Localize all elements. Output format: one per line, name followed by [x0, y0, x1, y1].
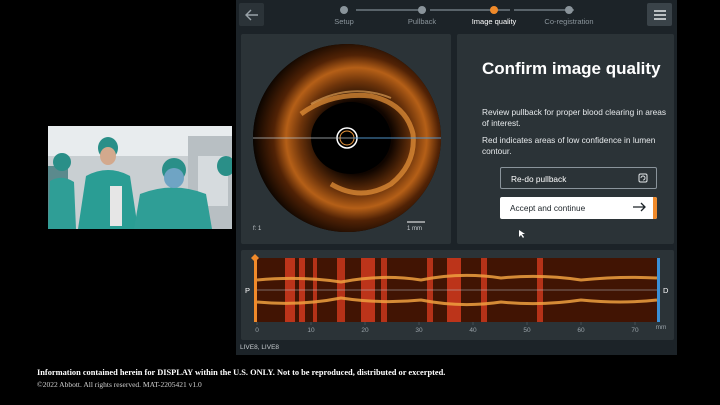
camera-feed-image [48, 126, 232, 229]
workflow-stepper: Setup Pullback Image quality Co-registra… [324, 4, 624, 28]
redo-pullback-button[interactable]: Re-do pullback [500, 167, 657, 189]
step-image-quality-dot[interactable] [490, 6, 498, 14]
tick-label: 60 [577, 327, 585, 334]
panel-title: Confirm image quality [482, 59, 661, 78]
redo-icon [638, 173, 648, 183]
redo-pullback-label: Re-do pullback [511, 174, 567, 184]
proximal-marker: P [245, 286, 251, 295]
step-image-quality-label[interactable]: Image quality [472, 17, 517, 26]
top-bar: Setup Pullback Image quality Co-registra… [236, 0, 677, 30]
step-pullback-label[interactable]: Pullback [408, 17, 436, 26]
oct-cross-section-image [253, 44, 441, 232]
camera-feed-video [48, 126, 232, 229]
distal-marker: D [663, 286, 669, 295]
tick-label: 30 [415, 327, 423, 334]
menu-button[interactable] [647, 3, 672, 26]
accept-and-continue-button[interactable]: Accept and continue [500, 197, 657, 219]
disclaimer-text: Information contained herein for DISPLAY… [37, 368, 446, 377]
frame-label: f: 1 [253, 226, 262, 232]
unit-label: mm [655, 324, 667, 331]
copyright-text: ©2022 Abbott. All rights reserved. MAT-2… [37, 380, 202, 389]
oct-cross-section-panel[interactable]: f: 1 1 mm [241, 34, 451, 244]
step-setup-dot[interactable] [340, 6, 348, 14]
arrow-right-icon [633, 202, 646, 212]
oct-application-window: Setup Pullback Image quality Co-registra… [236, 0, 677, 355]
step-setup-label[interactable]: Setup [334, 17, 354, 26]
back-arrow-icon [244, 9, 258, 20]
accept-and-continue-label: Accept and continue [510, 203, 586, 213]
tick-label: 10 [307, 327, 315, 334]
mouse-cursor-icon [519, 230, 525, 238]
tick-label: 50 [523, 327, 531, 334]
step-co-registration-label[interactable]: Co-registration [544, 17, 593, 26]
live-status-label: LIVE8, LIVE8 [240, 344, 280, 351]
instruction-text: Review pullback for proper blood clearin… [482, 107, 667, 128]
hamburger-menu-icon [653, 9, 666, 20]
back-button[interactable] [239, 3, 264, 26]
longitudinal-pullback-image [251, 254, 660, 325]
image-quality-info-panel: Confirm image quality Review pullback fo… [457, 34, 674, 244]
legend-text: Red indicates areas of low confidence in… [482, 135, 656, 156]
scale-label: 1 mm [407, 226, 422, 232]
tick-label: 40 [469, 327, 477, 334]
tick-label: 20 [361, 327, 369, 334]
tick-label: 70 [631, 327, 639, 334]
accept-accent-bar [653, 197, 657, 219]
step-pullback-dot[interactable] [418, 6, 426, 14]
step-co-registration-dot[interactable] [565, 6, 573, 14]
tick-label: 0 [255, 327, 259, 334]
longitudinal-view-panel[interactable]: P D 0 10 20 30 40 50 60 70 mm [241, 250, 674, 340]
